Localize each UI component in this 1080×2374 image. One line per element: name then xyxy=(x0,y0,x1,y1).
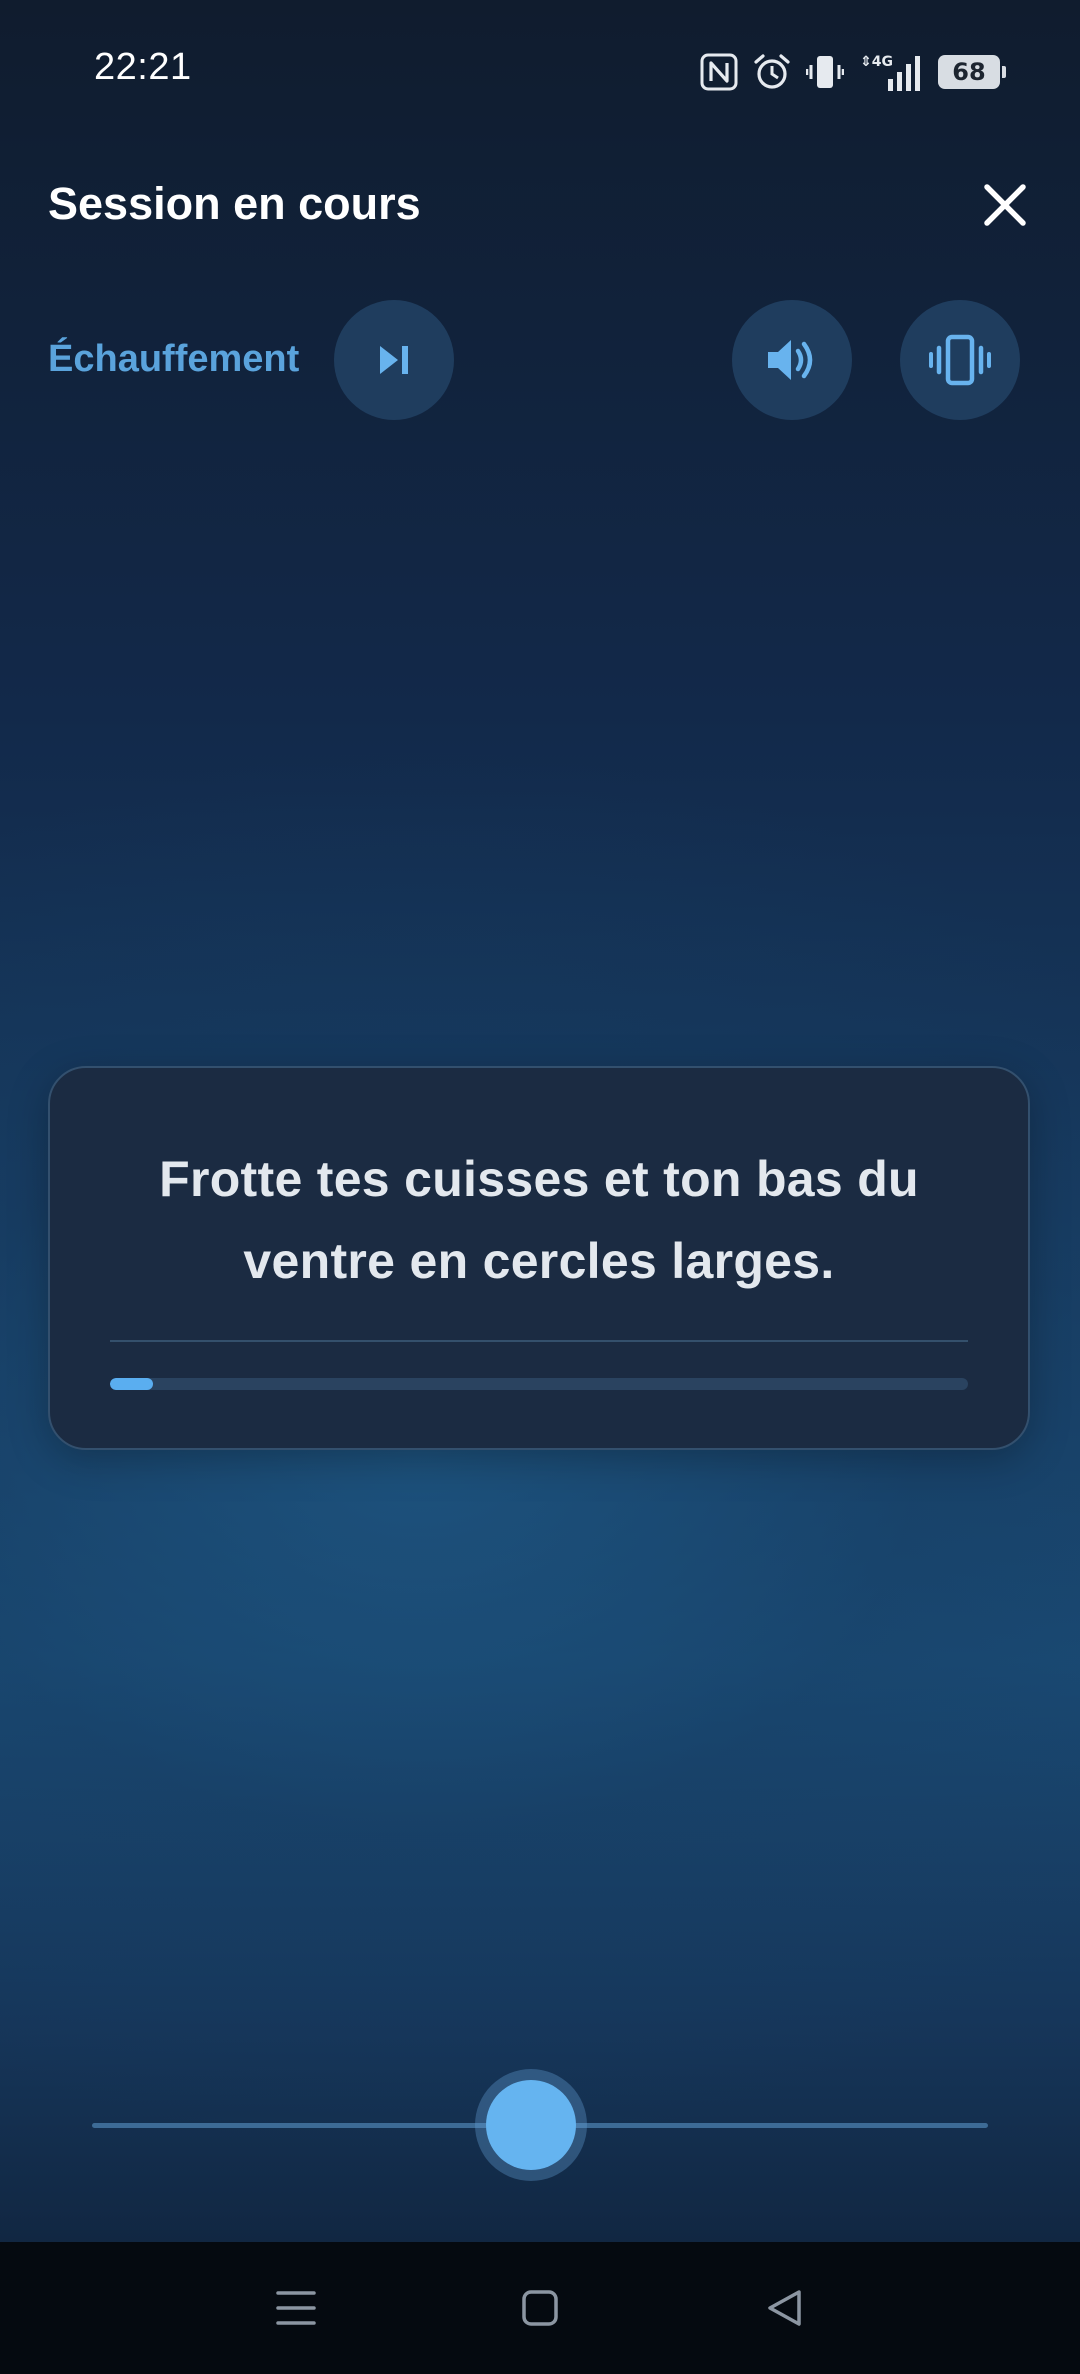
back-button[interactable] xyxy=(754,2278,814,2338)
vibration-icon xyxy=(929,334,991,386)
status-icons: ⇕4G 68 xyxy=(700,50,1006,94)
alarm-icon xyxy=(752,52,792,92)
slider-thumb[interactable] xyxy=(486,2080,577,2170)
vibration-toggle-button[interactable] xyxy=(900,300,1020,420)
navigation-bar xyxy=(0,2242,1080,2374)
battery-level: 68 xyxy=(952,58,986,86)
svg-text:⇕4G: ⇕4G xyxy=(860,54,893,70)
status-time: 22:21 xyxy=(94,46,192,88)
close-button[interactable] xyxy=(976,176,1034,234)
home-icon xyxy=(522,2290,558,2326)
instruction-progress-bar xyxy=(110,1378,968,1390)
session-screen: 22:21 ⇕4G 68 Session en cours Échauffeme… xyxy=(0,0,1080,2374)
instruction-card: Frotte tes cuisses et ton bas du ventre … xyxy=(48,1066,1030,1450)
volume-icon xyxy=(768,340,813,380)
instruction-text: Frotte tes cuisses et ton bas du ventre … xyxy=(159,1151,919,1289)
vibrate-mode-icon xyxy=(806,52,844,92)
sound-toggle-button[interactable] xyxy=(732,300,852,420)
intensity-slider[interactable] xyxy=(92,2080,988,2170)
close-icon xyxy=(984,184,1026,226)
skip-next-icon xyxy=(380,346,408,374)
page-title: Session en cours xyxy=(48,178,421,229)
home-button[interactable] xyxy=(510,2278,570,2338)
menu-icon xyxy=(276,2291,316,2325)
battery-icon: 68 xyxy=(938,55,1006,89)
nfc-icon xyxy=(700,53,738,91)
instruction-progress-fill xyxy=(110,1378,153,1390)
signal-icon: ⇕4G xyxy=(858,51,924,93)
back-icon xyxy=(768,2290,801,2326)
skip-button[interactable] xyxy=(334,300,454,420)
card-divider xyxy=(110,1340,968,1342)
recent-apps-button[interactable] xyxy=(266,2278,326,2338)
phase-label: Échauffement xyxy=(48,338,300,380)
status-bar: 22:21 ⇕4G 68 xyxy=(0,0,1080,140)
